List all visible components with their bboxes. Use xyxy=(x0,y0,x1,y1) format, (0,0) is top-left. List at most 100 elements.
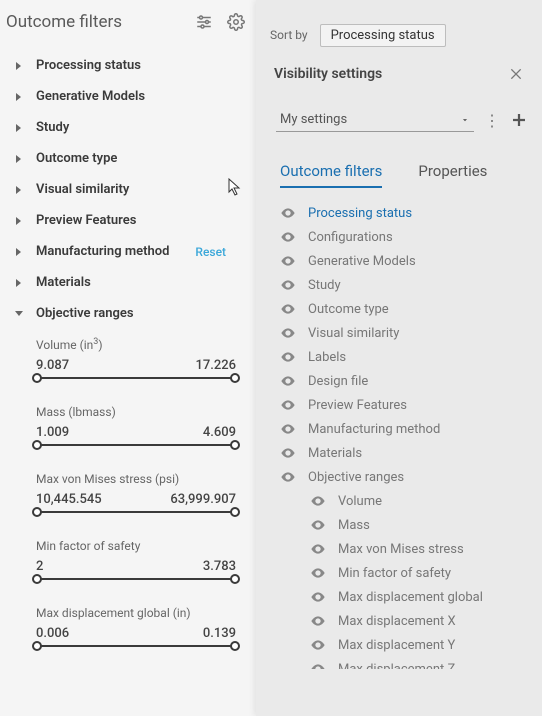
visibility-item[interactable]: Configurations xyxy=(268,225,542,249)
visibility-item[interactable]: Manufacturing method xyxy=(268,417,542,441)
visibility-item-label: Study xyxy=(308,278,341,293)
filter-item[interactable]: Materials xyxy=(6,267,256,298)
visibility-item[interactable]: Visual similarity xyxy=(268,321,542,345)
filter-item-label: Study xyxy=(36,120,69,135)
visibility-item-label: Generative Models xyxy=(308,254,416,269)
filter-item-label: Outcome type xyxy=(36,151,117,166)
filter-item[interactable]: Manufacturing methodReset xyxy=(6,236,256,267)
filter-item[interactable]: Generative Models xyxy=(6,81,256,112)
visibility-title: Visibility settings xyxy=(274,66,382,82)
tabs: Outcome filters Properties xyxy=(256,142,542,189)
visibility-item-label: Visual similarity xyxy=(308,326,399,341)
eye-icon[interactable] xyxy=(276,253,300,269)
visibility-item[interactable]: Max von Mises stress xyxy=(268,537,542,561)
eye-icon[interactable] xyxy=(276,301,300,317)
visibility-item[interactable]: Max displacement Z xyxy=(268,657,542,669)
chevron-right-icon xyxy=(12,309,26,319)
range-slider[interactable] xyxy=(36,511,236,513)
filter-item[interactable]: Outcome type xyxy=(6,143,256,174)
sliders-icon[interactable] xyxy=(194,12,214,32)
range-slider[interactable] xyxy=(36,444,236,446)
eye-icon[interactable] xyxy=(276,349,300,365)
chevron-right-icon xyxy=(12,123,26,133)
close-icon[interactable] xyxy=(508,66,524,82)
visibility-item[interactable]: Outcome type xyxy=(268,297,542,321)
filter-item[interactable]: Visual similarity xyxy=(6,174,256,205)
range-slider[interactable] xyxy=(36,645,236,647)
tab-outcome-filters[interactable]: Outcome filters xyxy=(280,162,382,188)
visibility-item-label: Mass xyxy=(338,518,370,533)
visibility-item[interactable]: Max displacement X xyxy=(268,609,542,633)
filter-item[interactable]: Processing status xyxy=(6,50,256,81)
visibility-item[interactable]: Mass xyxy=(268,513,542,537)
range-block: Volume (in3)9.08717.226 xyxy=(6,329,256,379)
visibility-item-label: Max displacement Y xyxy=(338,638,455,653)
range-max: 17.226 xyxy=(195,358,236,373)
sort-row: Sort by Processing status xyxy=(256,0,542,56)
eye-icon[interactable] xyxy=(306,613,330,629)
range-values: 1.0094.609 xyxy=(36,425,236,444)
range-block: Max von Mises stress (psi)10,445.54563,9… xyxy=(6,464,256,513)
eye-icon[interactable] xyxy=(276,397,300,413)
filter-item-label: Visual similarity xyxy=(36,182,129,197)
range-label: Max displacement global (in) xyxy=(36,606,236,620)
eye-icon[interactable] xyxy=(276,229,300,245)
settings-dropdown[interactable]: My settings xyxy=(276,108,474,132)
eye-icon[interactable] xyxy=(276,445,300,461)
range-slider[interactable] xyxy=(36,578,236,580)
filter-item-label: Objective ranges xyxy=(36,306,134,321)
visibility-item[interactable]: Volume xyxy=(268,489,542,513)
range-values: 0.0060.139 xyxy=(36,626,236,645)
range-label: Volume (in3) xyxy=(36,337,236,352)
eye-icon[interactable] xyxy=(306,493,330,509)
settings-row: My settings ⋮ xyxy=(256,92,542,142)
gear-icon[interactable] xyxy=(226,12,246,32)
sort-by-select[interactable]: Processing status xyxy=(320,24,446,47)
reset-link[interactable]: Reset xyxy=(195,245,226,259)
visibility-item[interactable]: Preview Features xyxy=(268,393,542,417)
filter-item-label: Generative Models xyxy=(36,89,145,104)
visibility-list[interactable]: Processing statusConfigurations Generativ… xyxy=(256,189,542,669)
visibility-item[interactable]: Study xyxy=(268,273,542,297)
eye-icon[interactable] xyxy=(306,565,330,581)
eye-icon[interactable] xyxy=(276,469,300,485)
eye-icon[interactable] xyxy=(276,205,300,221)
more-options-icon[interactable]: ⋮ xyxy=(484,111,500,130)
eye-icon[interactable] xyxy=(276,325,300,341)
eye-icon[interactable] xyxy=(306,661,330,669)
range-block: Min factor of safety23.783 xyxy=(6,531,256,580)
visibility-item[interactable]: Min factor of safety xyxy=(268,561,542,585)
eye-icon[interactable] xyxy=(306,637,330,653)
visibility-item[interactable]: Processing status xyxy=(268,201,542,225)
tab-properties[interactable]: Properties xyxy=(418,162,487,188)
eye-icon[interactable] xyxy=(306,517,330,533)
visibility-item[interactable]: Generative Models xyxy=(268,249,542,273)
range-values: 10,445.54563,999.907 xyxy=(36,492,236,511)
visibility-item[interactable]: Max displacement global xyxy=(268,585,542,609)
visibility-item[interactable]: Design file xyxy=(268,369,542,393)
visibility-item-label: Min factor of safety xyxy=(338,566,451,581)
range-max: 63,999.907 xyxy=(170,492,236,507)
chevron-right-icon xyxy=(12,154,26,164)
visibility-item-label: Max displacement Z xyxy=(338,662,455,670)
eye-icon[interactable] xyxy=(276,421,300,437)
eye-icon[interactable] xyxy=(306,541,330,557)
range-block: Mass (lbmass) 1.0094.609 xyxy=(6,397,256,446)
range-label: Mass (lbmass) xyxy=(36,405,236,419)
range-slider[interactable] xyxy=(36,377,236,379)
range-values: 23.783 xyxy=(36,559,236,578)
eye-icon[interactable] xyxy=(306,589,330,605)
settings-dropdown-label: My settings xyxy=(280,112,347,127)
filter-item[interactable]: Preview Features xyxy=(6,205,256,236)
visibility-item[interactable]: Objective ranges xyxy=(268,465,542,489)
visibility-item[interactable]: Labels xyxy=(268,345,542,369)
header-icons xyxy=(194,12,246,32)
filter-item-label: Processing status xyxy=(36,58,141,73)
add-icon[interactable] xyxy=(510,111,528,129)
eye-icon[interactable] xyxy=(276,277,300,293)
filter-item[interactable]: Objective ranges xyxy=(6,298,256,329)
filter-item[interactable]: Study xyxy=(6,112,256,143)
visibility-item[interactable]: Materials xyxy=(268,441,542,465)
eye-icon[interactable] xyxy=(276,373,300,389)
visibility-item[interactable]: Max displacement Y xyxy=(268,633,542,657)
